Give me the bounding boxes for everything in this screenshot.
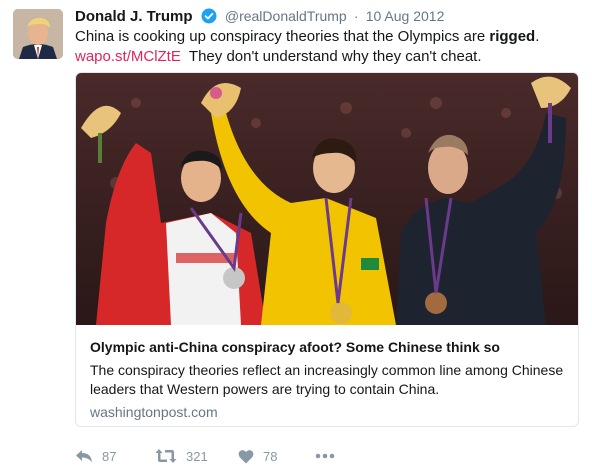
tweet-date[interactable]: 10 Aug 2012	[366, 8, 445, 24]
card-domain: washingtonpost.com	[90, 404, 218, 420]
author-avatar[interactable]	[13, 9, 63, 59]
tweet-text: China is cooking up conspiracy theories …	[75, 27, 580, 67]
author-name[interactable]: Donald J. Trump	[75, 8, 193, 25]
author-handle[interactable]: @realDonaldTrump	[225, 8, 347, 24]
reply-count: 87	[102, 448, 117, 464]
tweet-text-part1: China is cooking up conspiracy theories …	[75, 28, 490, 45]
tweet-text-part2: .	[535, 28, 540, 45]
more-button[interactable]	[315, 446, 344, 466]
card-description: The conspiracy theories reflect an incre…	[90, 362, 564, 397]
link-card[interactable]: Olympic anti-China conspiracy afoot? Som…	[75, 72, 579, 427]
olympic-podium-photo	[76, 73, 578, 325]
retweet-button[interactable]: 321	[155, 446, 208, 466]
retweet-icon	[155, 449, 177, 463]
reply-icon	[76, 450, 92, 462]
tweet-header: Donald J. Trump @realDonaldTrump · 10 Au…	[75, 7, 444, 29]
tweet-text-bold: rigged	[489, 28, 536, 45]
card-body: Olympic anti-China conspiracy afoot? Som…	[76, 325, 578, 421]
card-title[interactable]: Olympic anti-China conspiracy afoot? Som…	[90, 338, 566, 356]
tweet-link[interactable]: wapo.st/MClZtE	[75, 48, 181, 65]
tweet-text-part3: They don't understand why they can't che…	[180, 48, 482, 65]
header-separator: ·	[353, 8, 359, 24]
like-button[interactable]: 78	[238, 446, 277, 466]
verified-badge-icon	[201, 8, 217, 29]
retweet-count: 321	[186, 448, 208, 464]
reply-button[interactable]: 87	[75, 446, 116, 466]
avatar-portrait	[13, 9, 63, 59]
card-image[interactable]	[76, 73, 578, 325]
more-dots-icon	[315, 453, 335, 459]
like-count: 78	[263, 448, 278, 464]
heart-icon	[238, 449, 254, 463]
